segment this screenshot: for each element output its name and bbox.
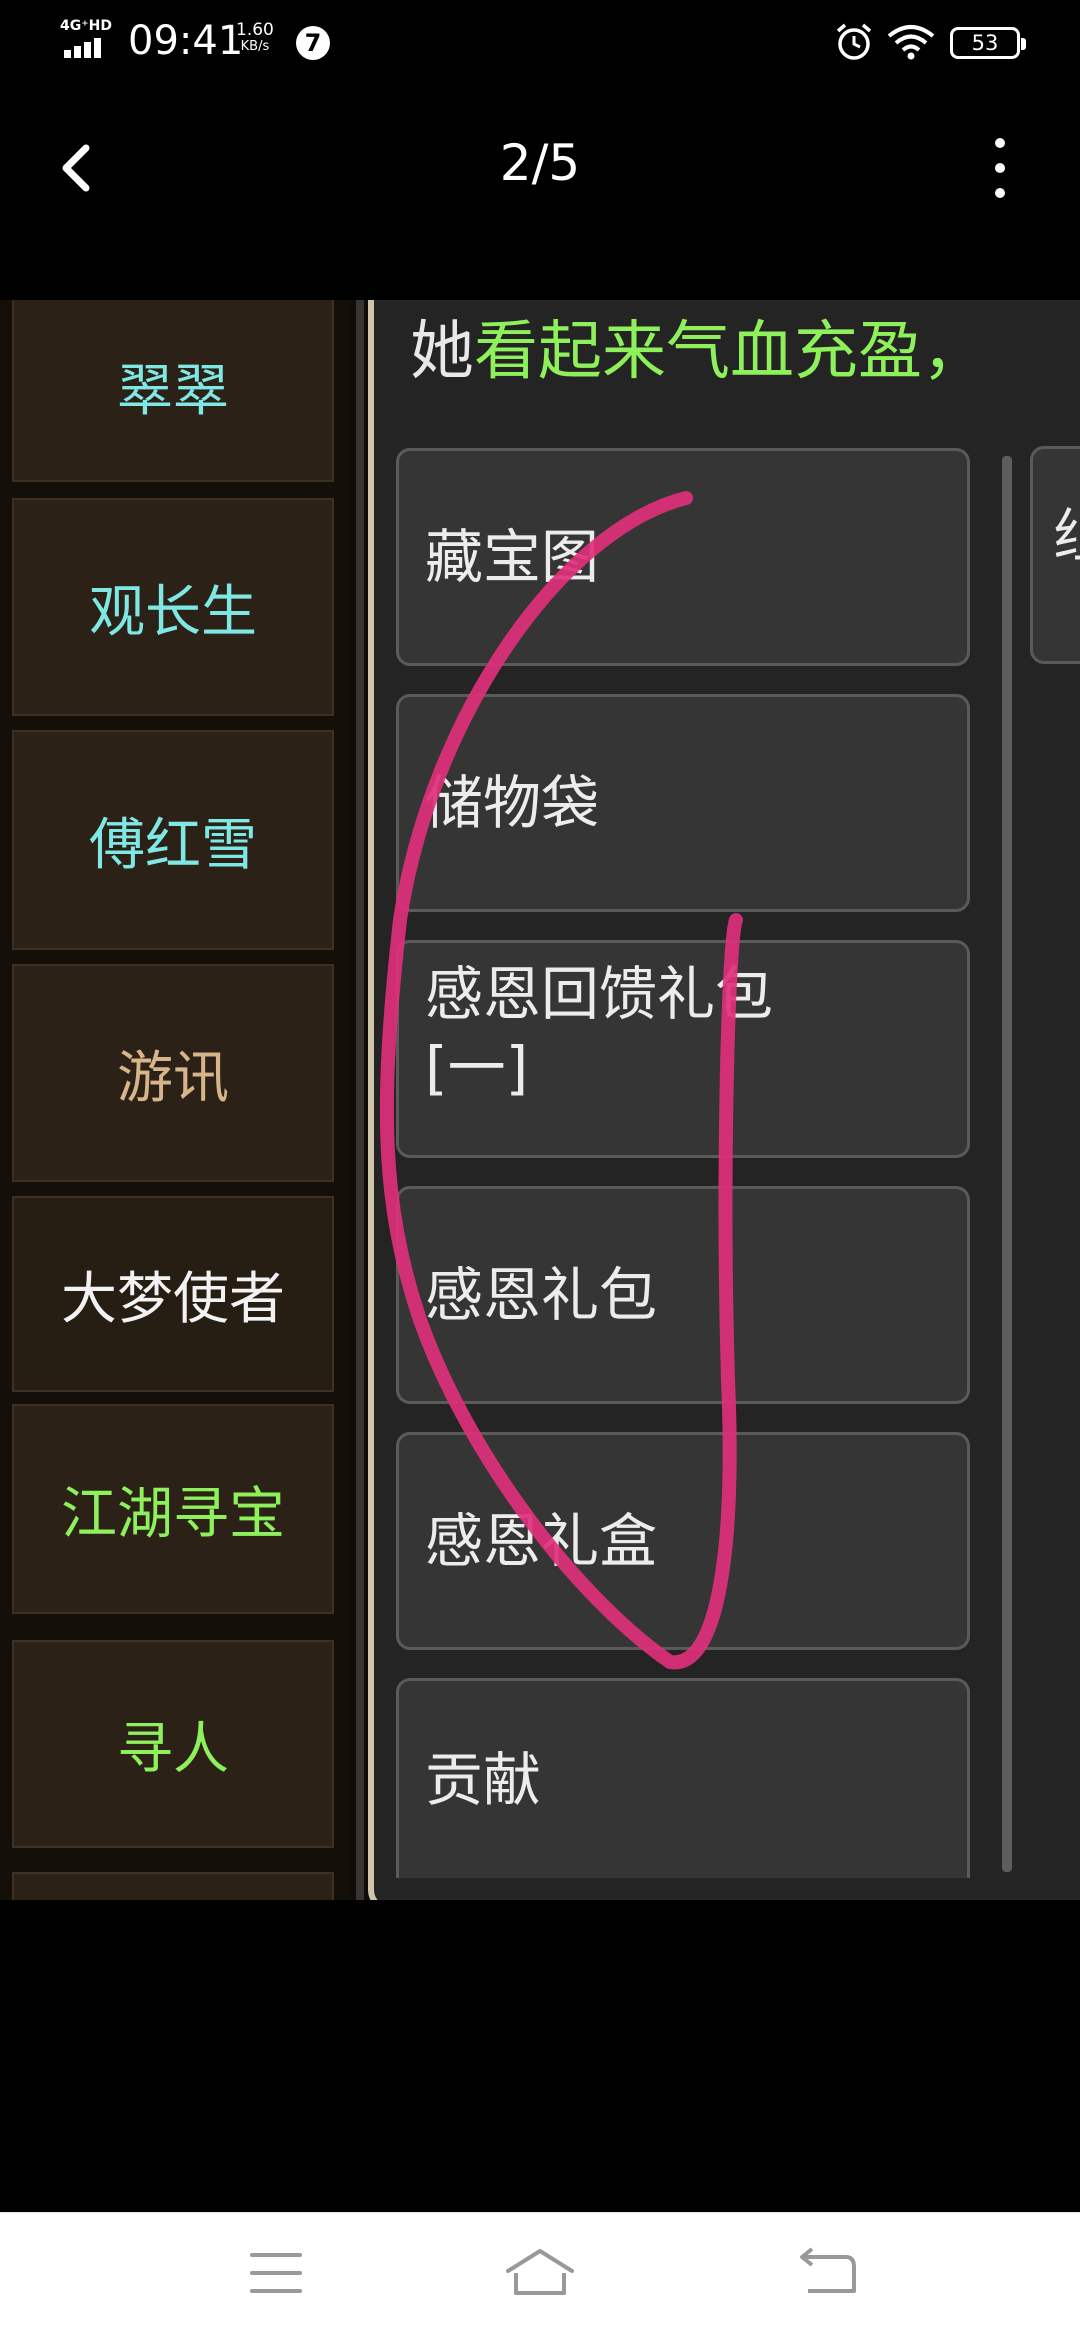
alarm-icon <box>836 23 872 60</box>
item-label: 感恩回馈礼包[一] <box>425 960 774 1102</box>
npc-item[interactable]: 寻人 <box>12 1640 334 1848</box>
npc-item[interactable]: 翠翠 <box>12 300 334 482</box>
network-speed-unit: KB/s <box>240 39 270 54</box>
npc-label: 翠翠 <box>117 358 229 424</box>
page-counter: 2/5 <box>499 134 581 192</box>
image-viewer-header: 2/5 <box>0 88 1080 300</box>
item-button[interactable]: 贡献 <box>396 1678 970 1878</box>
game-screenshot: 翠翠 观长生 傅红雪 游讯 大梦使者 江湖寻宝 寻人 她看起来气血充盈， 藏宝图 <box>0 300 1080 1912</box>
status-bar: 4G⁺HD 09:41 1.60 KB/s 7 53 <box>0 0 1080 88</box>
item-label-partial: 组 <box>1053 502 1080 570</box>
signal-icon <box>64 36 112 58</box>
back-button[interactable] <box>40 128 120 208</box>
item-label: 藏宝图 <box>425 523 600 591</box>
status-highlight: 看起来气血充盈， <box>474 315 986 389</box>
scrollbar[interactable] <box>1002 456 1012 1872</box>
npc-label: 观长生 <box>89 579 257 645</box>
npc-item[interactable]: 观长生 <box>12 498 334 716</box>
item-label: 感恩礼盒 <box>425 1507 658 1575</box>
wifi-icon <box>887 25 935 60</box>
status-line: 她看起来气血充盈， <box>410 300 986 392</box>
item-label: 贡献 <box>425 1745 542 1814</box>
npc-item[interactable]: 傅红雪 <box>12 730 334 950</box>
chevron-left-icon <box>62 144 90 192</box>
game-bottom-edge <box>0 1900 1080 1912</box>
return-icon[interactable] <box>792 2243 872 2307</box>
viewer-background <box>0 1912 1080 2212</box>
status-prefix: 她 <box>410 315 474 389</box>
npc-list: 翠翠 观长生 傅红雪 游讯 大梦使者 江湖寻宝 寻人 <box>0 300 350 1912</box>
npc-item[interactable]: 大梦使者 <box>12 1196 334 1392</box>
home-icon[interactable] <box>500 2243 580 2307</box>
item-panel: 她看起来气血充盈， 藏宝图 储物袋 感恩回馈礼包[一] 感恩礼包 感恩礼盒 贡献… <box>368 300 1080 1912</box>
column-divider <box>356 300 364 1912</box>
item-button[interactable]: 感恩回馈礼包[一] <box>396 940 970 1158</box>
npc-label: 大梦使者 <box>61 1266 285 1332</box>
item-button[interactable]: 藏宝图 <box>396 448 970 666</box>
npc-label: 傅红雪 <box>89 812 257 878</box>
notification-badge: 7 <box>296 26 330 60</box>
npc-label: 寻人 <box>117 1716 229 1782</box>
more-vertical-icon <box>995 138 1005 148</box>
item-label: 感恩礼包 <box>425 1261 658 1329</box>
system-nav-bar <box>0 2212 1080 2340</box>
npc-item[interactable]: 游讯 <box>12 964 334 1182</box>
npc-item[interactable]: 江湖寻宝 <box>12 1404 334 1614</box>
more-options-button[interactable] <box>980 128 1020 208</box>
item-button-partial[interactable]: 组 <box>1030 446 1080 664</box>
item-button[interactable]: 感恩礼包 <box>396 1186 970 1404</box>
item-label: 储物袋 <box>425 769 600 837</box>
battery-icon: 53 <box>950 27 1026 59</box>
network-type: 4G⁺HD <box>60 18 112 34</box>
clock: 09:41 <box>128 18 244 64</box>
npc-label: 江湖寻宝 <box>61 1481 285 1547</box>
network-speed-value: 1.60 <box>236 20 274 40</box>
npc-label: 游讯 <box>117 1045 229 1111</box>
item-button[interactable]: 感恩礼盒 <box>396 1432 970 1650</box>
menu-icon[interactable] <box>244 2243 324 2307</box>
network-speed: 1.60 KB/s <box>236 20 274 54</box>
item-button[interactable]: 储物袋 <box>396 694 970 912</box>
